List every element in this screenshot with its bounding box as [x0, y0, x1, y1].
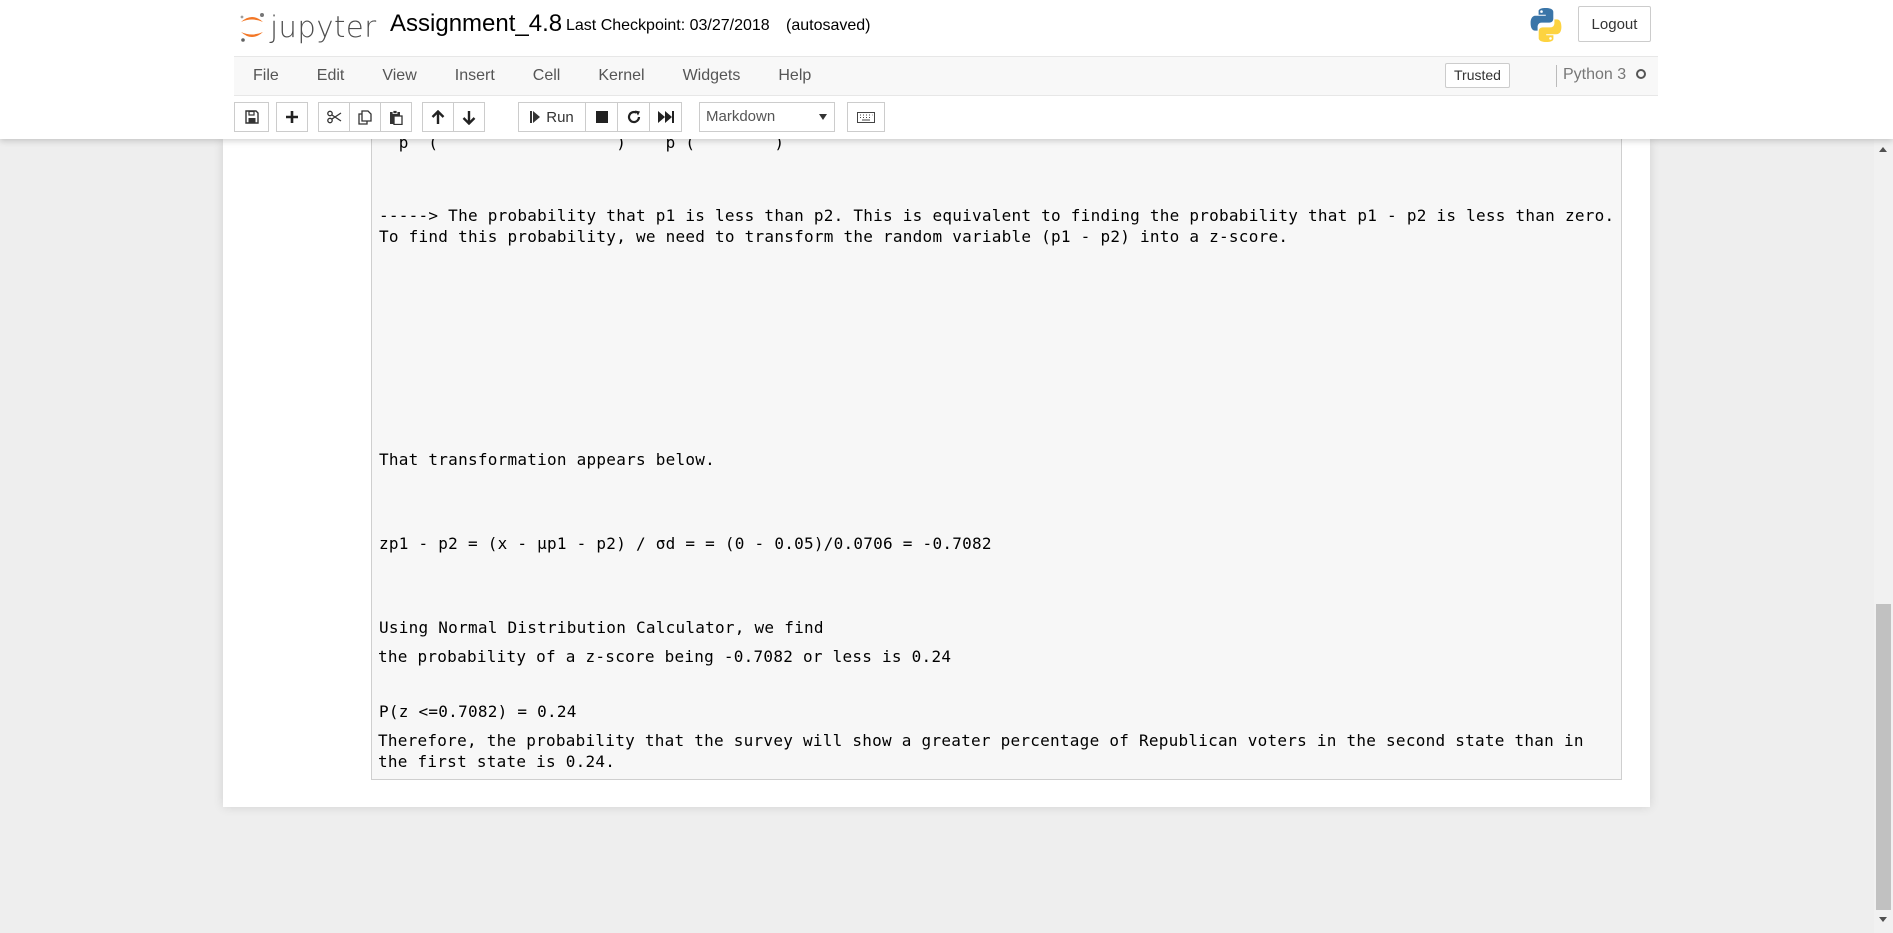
logout-button[interactable]: Logout — [1578, 6, 1651, 42]
clipboard-icon — [390, 109, 403, 125]
markdown-cell-editor[interactable]: p ( ) p ( ) -----> The probability that … — [371, 139, 1622, 780]
kernel-idle-icon — [1636, 69, 1646, 79]
cell-line: zp1 - p2 = (x - μp1 - p2) / σd = = (0 - … — [379, 534, 992, 553]
scroll-up-arrow-icon[interactable] — [1879, 147, 1887, 152]
restart-run-all-button[interactable] — [649, 102, 682, 132]
copy-button[interactable] — [349, 102, 381, 132]
keyboard-icon — [857, 111, 875, 123]
menu-help[interactable]: Help — [759, 57, 830, 95]
cell-line: That transformation appears below. — [379, 450, 716, 469]
jupyter-logo[interactable]: jupyter — [238, 6, 377, 48]
caret-down-icon — [819, 114, 827, 120]
copy-icon — [358, 109, 372, 125]
kernel-name[interactable]: Python 3 — [1563, 66, 1626, 84]
run-label: Run — [546, 108, 574, 126]
header: jupyter Assignment_4.8 Last Checkpoint: … — [0, 0, 1893, 139]
notebook-title[interactable]: Assignment_4.8 — [390, 10, 562, 38]
menu-view[interactable]: View — [363, 57, 435, 95]
scrollbar-thumb[interactable] — [1876, 604, 1891, 910]
menubar: File Edit View Insert Cell Kernel Widget… — [234, 56, 1658, 96]
cut-button[interactable] — [318, 102, 350, 132]
cell-line: -----> The probability that p1 is less t… — [379, 206, 1625, 246]
cell-line: Using Normal Distribution Calculator, we… — [379, 618, 824, 637]
floppy-disk-icon — [244, 110, 259, 124]
trusted-indicator[interactable]: Trusted — [1445, 63, 1510, 88]
cell-type-select[interactable]: Markdown — [699, 102, 835, 132]
menu-edit[interactable]: Edit — [298, 57, 364, 95]
page-scrollbar[interactable] — [1874, 139, 1893, 933]
insert-cell-button[interactable] — [276, 102, 308, 132]
kernel-divider — [1556, 65, 1557, 87]
menu-list: File Edit View Insert Cell Kernel Widget… — [234, 57, 830, 95]
move-up-button[interactable] — [422, 102, 454, 132]
jupyter-logo-icon — [240, 13, 264, 42]
scissors-icon — [326, 110, 341, 124]
interrupt-kernel-button[interactable] — [585, 102, 618, 132]
move-down-button[interactable] — [453, 102, 485, 132]
run-button[interactable]: Run — [518, 102, 586, 132]
menu-insert[interactable]: Insert — [436, 57, 514, 95]
menu-cell[interactable]: Cell — [514, 57, 580, 95]
fast-forward-icon — [657, 111, 674, 123]
menu-file[interactable]: File — [234, 57, 298, 95]
plus-icon — [286, 111, 298, 123]
autosave-status: (autosaved) — [786, 17, 871, 34]
scroll-down-arrow-icon[interactable] — [1879, 917, 1887, 922]
menu-kernel[interactable]: Kernel — [579, 57, 663, 95]
checkpoint-status: Last Checkpoint: 03/27/2018 — [566, 17, 770, 34]
cell-line: P(z <=0.7082) = 0.24 — [379, 702, 577, 721]
paste-button[interactable] — [380, 102, 412, 132]
menu-widgets[interactable]: Widgets — [664, 57, 760, 95]
command-palette-button[interactable] — [847, 102, 885, 132]
cell-line: the probability of a z-score being -0.70… — [378, 647, 952, 666]
step-forward-icon — [530, 111, 541, 123]
stop-icon — [595, 111, 608, 123]
python-logo-icon — [1530, 8, 1562, 42]
logo-text: jupyter — [270, 10, 377, 44]
restart-kernel-button[interactable] — [617, 102, 650, 132]
restart-icon — [627, 110, 640, 124]
arrow-down-icon — [462, 110, 476, 125]
arrow-up-icon — [431, 109, 445, 124]
cell-line: Therefore, the probability that the surv… — [378, 731, 1594, 771]
cell-type-value: Markdown — [706, 108, 776, 125]
save-button[interactable] — [234, 102, 269, 132]
